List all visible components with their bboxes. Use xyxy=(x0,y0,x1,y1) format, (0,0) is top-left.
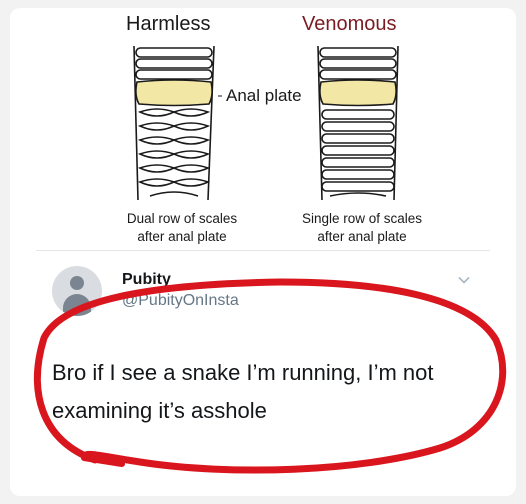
harmless-snake-underside xyxy=(133,45,215,201)
tweet: Pubity @PubityOnInsta Bro if I see a sna… xyxy=(0,252,526,504)
tweet-display-name[interactable]: Pubity xyxy=(122,271,171,289)
harmless-caption: Dual row of scales after anal plate xyxy=(92,210,272,246)
avatar-placeholder-icon[interactable] xyxy=(52,266,102,316)
chevron-down-icon[interactable] xyxy=(458,274,470,286)
avatar-head xyxy=(70,276,84,290)
snake-scale-diagram: Harmless Venomous Anal plate Dual row of… xyxy=(0,0,526,250)
venomous-caption-line2: after anal plate xyxy=(317,229,407,244)
venomous-snake-underside xyxy=(317,45,399,201)
harmless-caption-line2: after anal plate xyxy=(137,229,227,244)
harmless-caption-line1: Dual row of scales xyxy=(126,211,238,226)
anal-plate-label: Anal plate xyxy=(226,86,302,105)
venomous-caption-line1: Single row of scales xyxy=(301,211,423,226)
avatar-shoulders xyxy=(63,294,91,316)
tweet-text: Bro if I see a snake I’m running, I’m no… xyxy=(52,360,434,423)
divider xyxy=(36,250,490,251)
tweet-handle[interactable]: @PubityOnInsta xyxy=(122,292,239,310)
venomous-caption: Single row of scales after anal plate xyxy=(272,210,452,246)
